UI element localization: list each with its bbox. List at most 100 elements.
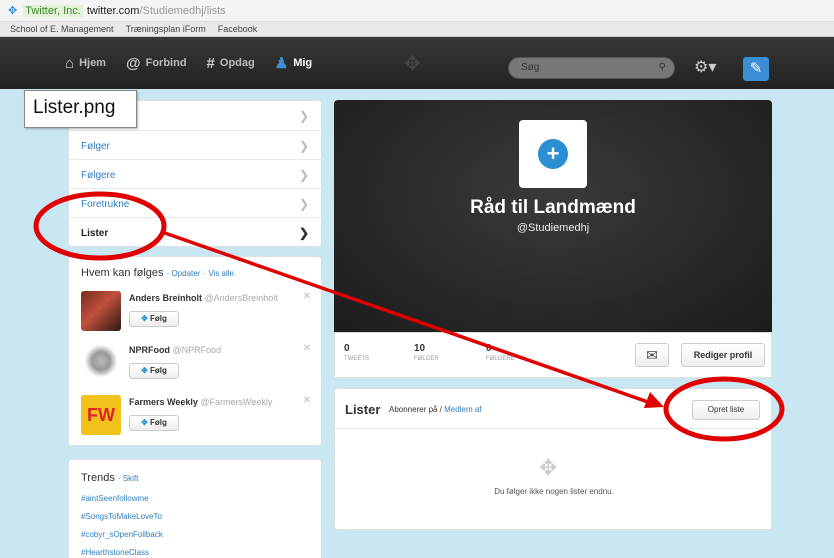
- bookmark-item[interactable]: Træningsplan iForm: [126, 24, 206, 34]
- trend-item[interactable]: #cobyr_sOpenFollback: [81, 530, 163, 539]
- avatar[interactable]: [81, 291, 121, 331]
- profile-stats: 0 TWEETS 10 FØLGER 0 FØLGERE ✉ Rediger p…: [334, 332, 772, 378]
- profile-avatar[interactable]: +: [519, 120, 587, 188]
- who-to-follow-heading: Hvem kan følges: [81, 267, 164, 279]
- profile-handle: @Studiemedhj: [516, 222, 590, 234]
- screenshot-filename-label: Lister.png: [24, 90, 137, 128]
- hash-icon: #: [206, 54, 215, 72]
- stat-value: 0: [486, 343, 492, 354]
- twitter-bird-icon: ✥: [539, 455, 558, 480]
- suggestion-name[interactable]: Farmers Weekly @FarmersWeekly: [129, 397, 272, 407]
- lists-tabs: Abonnerer på / Medlem af: [389, 405, 482, 414]
- sidebar-item-label: Foretrukne: [81, 199, 130, 210]
- edit-profile-button[interactable]: Rediger profil: [681, 343, 765, 367]
- bookmark-item[interactable]: Facebook: [218, 24, 258, 34]
- nav-connect[interactable]: @ Forbind: [126, 55, 187, 72]
- address-bar[interactable]: ✥ Twitter, Inc. twitter.com /Studiemedhj…: [0, 0, 834, 22]
- empty-lists-message: Du følger ikke nogen lister endnu.: [494, 487, 614, 496]
- lists-header: Lister Abonnerer på / Medlem af Opret li…: [335, 389, 773, 429]
- tab-member-of[interactable]: Medlem af: [444, 405, 481, 414]
- sidebar-item-label: Følgere: [81, 170, 116, 181]
- follow-button[interactable]: ✥ Følg: [129, 363, 179, 379]
- nav-home-label: Hjem: [79, 57, 106, 69]
- search-placeholder: Søg: [521, 62, 540, 73]
- who-to-follow-card: Hvem kan følges · Opdater · Vis alle And…: [68, 256, 322, 446]
- create-list-button[interactable]: Opret liste: [692, 400, 760, 420]
- home-icon: ⌂: [65, 54, 75, 72]
- chevron-right-icon: ❯: [298, 168, 309, 182]
- stat-label: FØLGER: [414, 356, 439, 362]
- who-to-follow-title: Hvem kan følges · Opdater · Vis alle: [81, 267, 234, 279]
- suggestion-item: NPRFood @NPRFood ✕ ✥ Følg: [81, 343, 321, 387]
- stat-tweets[interactable]: 0 TWEETS: [344, 343, 369, 362]
- bookmark-item[interactable]: School of E. Management: [10, 24, 114, 34]
- suggestion-name-text: Anders Breinholt: [129, 293, 203, 303]
- chevron-right-icon: ❯: [298, 109, 309, 123]
- chevron-right-icon: ❯: [298, 197, 309, 211]
- gear-icon[interactable]: ⚙▾: [694, 57, 716, 77]
- suggestion-handle: @FarmersWeekly: [200, 397, 273, 407]
- chevron-right-icon: ❯: [298, 226, 309, 240]
- url-path: /Studiemedhj/lists: [139, 4, 226, 17]
- suggestion-item: Anders Breinholt @AndersBreinholt ✕ ✥ Fø…: [81, 291, 321, 335]
- compose-tweet-button[interactable]: ✎: [743, 57, 769, 81]
- profile-header: + Råd til Landmænd @Studiemedhj: [334, 100, 772, 332]
- trends-heading: Trends: [81, 472, 115, 484]
- tab-subscribed[interactable]: Abonnerer på: [389, 405, 437, 414]
- stat-label: FØLGERE: [486, 356, 515, 362]
- trend-item[interactable]: #SongsToMakeLoveTo: [81, 512, 162, 521]
- lists-card: Lister Abonnerer på / Medlem af Opret li…: [334, 388, 773, 530]
- sidebar-item-lists[interactable]: Lister ❯: [69, 217, 323, 246]
- plus-icon: +: [538, 139, 568, 169]
- search-icon[interactable]: ⚲: [659, 58, 666, 78]
- follow-label: Følg: [150, 366, 167, 375]
- dismiss-icon[interactable]: ✕: [303, 395, 311, 406]
- change-trends-link[interactable]: Skift: [123, 474, 139, 483]
- twitter-favicon-icon: ✥: [8, 5, 18, 17]
- stat-value: 10: [414, 343, 426, 354]
- avatar[interactable]: [81, 343, 121, 383]
- chevron-right-icon: ❯: [298, 139, 309, 153]
- follow-button[interactable]: ✥ Følg: [129, 415, 179, 431]
- suggestion-handle: @AndersBreinholt: [204, 293, 278, 303]
- follow-button[interactable]: ✥ Følg: [129, 311, 179, 327]
- refresh-link[interactable]: Opdater: [171, 269, 200, 278]
- stat-followers[interactable]: 0 FØLGERE: [486, 343, 515, 362]
- nav-home[interactable]: ⌂ Hjem: [65, 55, 106, 72]
- stat-following[interactable]: 10 FØLGER: [414, 343, 439, 362]
- secure-badge: Twitter, Inc.: [23, 4, 83, 17]
- follow-label: Følg: [150, 418, 167, 427]
- suggestion-name[interactable]: Anders Breinholt @AndersBreinholt: [129, 293, 278, 303]
- at-icon: @: [125, 54, 141, 72]
- dismiss-icon[interactable]: ✕: [303, 291, 311, 302]
- sidebar-item-followers[interactable]: Følgere ❯: [69, 159, 323, 188]
- view-all-link[interactable]: Vis alle: [208, 269, 234, 278]
- trends-card: Trends · Skift #aintSeenfollowme #SongsT…: [68, 459, 322, 558]
- trends-title: Trends · Skift: [81, 472, 139, 484]
- trend-item[interactable]: #HearthstoneClass: [81, 548, 149, 557]
- nav-discover[interactable]: # Opdag: [207, 55, 255, 72]
- main-nav: ⌂ Hjem @ Forbind # Opdag ♟ Mig: [65, 37, 312, 89]
- lists-title: Lister: [345, 402, 381, 417]
- suggestion-item: FW Farmers Weekly @FarmersWeekly ✕ ✥ Føl…: [81, 395, 321, 439]
- profile-name: Råd til Landmænd: [470, 197, 636, 218]
- url-host: twitter.com: [86, 4, 140, 17]
- suggestion-handle: @NPRFood: [172, 345, 222, 355]
- envelope-icon[interactable]: ✉: [635, 343, 669, 367]
- avatar[interactable]: FW: [81, 395, 121, 435]
- nav-connect-label: Forbind: [145, 57, 187, 69]
- sidebar-item-following[interactable]: Følger ❯: [69, 130, 323, 159]
- search-input[interactable]: Søg ⚲: [508, 57, 675, 79]
- sidebar-item-favorites[interactable]: Foretrukne ❯: [69, 188, 323, 217]
- nav-me-label: Mig: [293, 57, 313, 69]
- sidebar-item-label: Lister: [81, 228, 109, 239]
- bookmarks-bar: School of E. Management Træningsplan iFo…: [0, 22, 834, 37]
- nav-discover-label: Opdag: [219, 57, 255, 69]
- trend-item[interactable]: #aintSeenfollowme: [81, 494, 149, 503]
- sidebar-item-label: Følger: [81, 141, 110, 152]
- suggestion-name-text: Farmers Weekly: [129, 397, 198, 407]
- dismiss-icon[interactable]: ✕: [303, 343, 311, 354]
- stat-label: TWEETS: [344, 356, 369, 362]
- suggestion-name[interactable]: NPRFood @NPRFood: [129, 345, 221, 355]
- nav-me[interactable]: ♟ Mig: [275, 54, 312, 72]
